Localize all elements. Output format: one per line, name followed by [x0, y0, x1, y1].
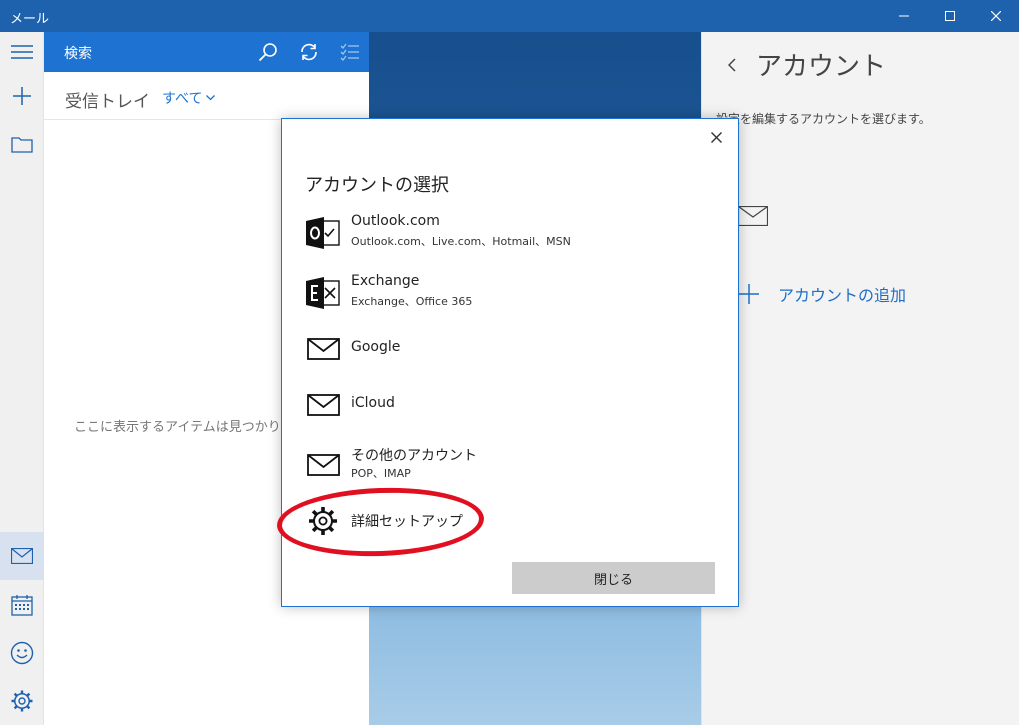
sync-icon — [301, 43, 317, 61]
option-subtitle: POP、IMAP — [351, 467, 411, 480]
search-button[interactable] — [248, 32, 288, 72]
hamburger-menu-button[interactable] — [0, 28, 44, 76]
maximize-button[interactable] — [927, 0, 973, 32]
plus-icon — [13, 87, 31, 105]
mail-switch-button[interactable] — [0, 532, 44, 580]
close-icon — [710, 131, 722, 143]
mail-icon — [11, 548, 33, 564]
option-name: 詳細セットアップ — [351, 514, 463, 530]
option-icloud[interactable]: iCloud — [305, 385, 715, 431]
add-account-button[interactable]: アカウントの追加 — [738, 282, 906, 306]
option-outlook[interactable]: Outlook.com Outlook.com、Live.com、Hotmail… — [305, 213, 715, 259]
folders-button[interactable] — [0, 120, 44, 168]
plus-icon — [739, 284, 759, 304]
select-mode-button[interactable] — [330, 32, 370, 72]
calendar-switch-button[interactable] — [0, 581, 44, 629]
window-title: メール — [10, 12, 50, 27]
option-subtitle: Outlook.com、Live.com、Hotmail、MSN — [351, 235, 571, 248]
option-other-account[interactable]: その他のアカウント POP、IMAP — [305, 445, 715, 491]
search-input[interactable]: 検索 — [64, 43, 92, 63]
envelope-icon — [305, 385, 341, 425]
search-icon — [258, 43, 277, 62]
title-bar: メール — [0, 0, 1019, 32]
option-exchange[interactable]: Exchange Exchange、Office 365 — [305, 273, 715, 319]
new-mail-button[interactable] — [0, 72, 44, 120]
settings-button[interactable] — [0, 677, 44, 725]
sync-button[interactable] — [289, 32, 329, 72]
option-name: iCloud — [351, 395, 395, 411]
chevron-left-icon — [728, 58, 736, 72]
envelope-icon — [305, 329, 341, 369]
maximize-icon — [945, 11, 955, 21]
dialog-title: アカウントの選択 — [305, 175, 449, 196]
account-pane-title: アカウント — [756, 52, 887, 82]
account-pane-description: 設定を編集するアカウントを選びます。 — [716, 112, 931, 126]
gear-icon — [11, 690, 33, 712]
option-name: その他のアカウント — [351, 448, 477, 464]
dialog-close-x-button[interactable] — [706, 127, 726, 147]
outlook-icon — [305, 213, 341, 253]
choose-account-dialog: アカウントの選択 Outlook.com Outlook.com、Live.co… — [281, 118, 739, 607]
navigation-rail — [0, 32, 44, 725]
account-settings-pane: アカウント 設定を編集するアカウントを選びます。 アカウントの追加 — [701, 32, 1019, 725]
option-name: Exchange — [351, 273, 420, 289]
filter-dropdown[interactable]: すべて — [162, 88, 216, 108]
exchange-icon — [305, 273, 341, 313]
account-mail-icon[interactable] — [738, 206, 768, 226]
filter-label: すべて — [162, 91, 203, 107]
gear-icon — [305, 501, 341, 541]
close-window-button[interactable] — [973, 0, 1019, 32]
search-bar[interactable]: 検索 — [44, 32, 369, 72]
option-name: Google — [351, 339, 401, 355]
option-subtitle: Exchange、Office 365 — [351, 295, 473, 308]
checklist-icon — [340, 43, 359, 61]
chevron-down-icon — [206, 95, 216, 101]
calendar-icon — [11, 595, 33, 616]
option-name: Outlook.com — [351, 213, 440, 229]
feedback-button[interactable] — [0, 629, 44, 677]
folder-title: 受信トレイ — [65, 92, 150, 112]
close-dialog-button[interactable]: 閉じる — [512, 562, 715, 594]
folder-icon — [11, 137, 33, 153]
minimize-icon — [899, 15, 909, 17]
add-account-label: アカウントの追加 — [778, 286, 907, 305]
hamburger-icon — [11, 45, 33, 59]
back-button[interactable] — [722, 54, 742, 76]
minimize-button[interactable] — [881, 0, 927, 32]
envelope-icon — [305, 445, 341, 485]
smiley-icon — [10, 641, 34, 665]
option-advanced-setup[interactable]: 詳細セットアップ — [305, 501, 715, 547]
empty-list-message: ここに表示するアイテムは見つかりませ — [74, 420, 307, 435]
option-google[interactable]: Google — [305, 329, 715, 375]
close-icon — [991, 11, 1001, 21]
